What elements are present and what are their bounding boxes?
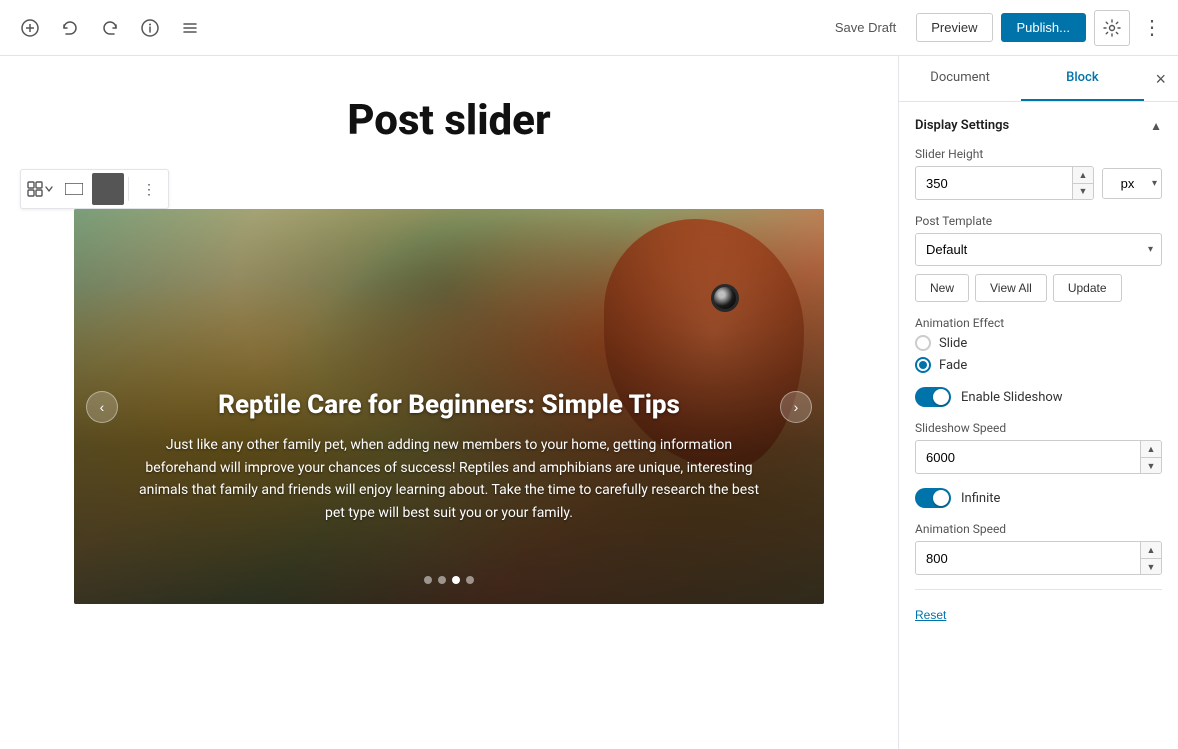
- settings-divider: [915, 589, 1162, 590]
- post-title: Post slider: [347, 96, 550, 145]
- sidebar: Document Block × Display Settings ▲ Slid…: [898, 56, 1178, 749]
- tab-document[interactable]: Document: [899, 56, 1021, 101]
- save-draft-button[interactable]: Save Draft: [823, 14, 908, 41]
- publish-button[interactable]: Publish...: [1001, 13, 1086, 42]
- animation-speed-increment[interactable]: ▲: [1141, 542, 1161, 558]
- slider-height-unit-wrap: px % em ▾: [1102, 168, 1162, 199]
- slider-height-spinners: ▲ ▼: [1072, 167, 1093, 199]
- slider-next-button[interactable]: ›: [780, 391, 812, 423]
- reset-button[interactable]: Reset: [915, 608, 946, 622]
- slider-height-label: Slider Height: [915, 147, 1162, 161]
- display-settings-title: Display Settings: [915, 118, 1009, 133]
- slider-dot-1[interactable]: [424, 576, 432, 584]
- post-template-btn-group: New View All Update: [915, 274, 1162, 302]
- post-template-select[interactable]: Default Template 1 Template 2: [916, 234, 1140, 265]
- slideshow-speed-increment[interactable]: ▲: [1141, 441, 1161, 457]
- slide-excerpt: Just like any other family pet, when add…: [134, 434, 764, 524]
- block-more-button[interactable]: ⋮: [133, 173, 165, 205]
- post-template-field: Post Template Default Template 1 Templat…: [915, 214, 1162, 302]
- slideshow-speed-field: Slideshow Speed ▲ ▼: [915, 421, 1162, 474]
- undo-button[interactable]: [52, 10, 88, 46]
- animation-slide-label: Slide: [939, 336, 967, 351]
- preview-button[interactable]: Preview: [916, 13, 992, 42]
- unit-arrow-icon: ▾: [1152, 169, 1161, 198]
- animation-radio-group: Slide Fade: [915, 335, 1162, 373]
- animation-slide-radio[interactable]: [915, 335, 931, 351]
- list-view-button[interactable]: [172, 10, 208, 46]
- animation-speed-decrement[interactable]: ▼: [1141, 558, 1161, 574]
- toolbar-left-group: [12, 10, 208, 46]
- enable-slideshow-label: Enable Slideshow: [961, 390, 1063, 405]
- post-template-select-wrap: Default Template 1 Template 2 ▾: [915, 233, 1162, 266]
- infinite-toggle[interactable]: [915, 488, 951, 508]
- slider-widget: Reptile Care for Beginners: Simple Tips …: [74, 209, 824, 604]
- more-options-button[interactable]: ⋮: [1138, 15, 1166, 40]
- display-settings-collapse[interactable]: ▲: [1150, 119, 1162, 133]
- slider-dots: [74, 576, 824, 584]
- slider-dot-2[interactable]: [438, 576, 446, 584]
- add-block-button[interactable]: [12, 10, 48, 46]
- editor-area: Post slider ⋮: [0, 56, 898, 749]
- block-full-width-button[interactable]: [92, 173, 124, 205]
- post-template-arrow-icon: ▾: [1140, 244, 1161, 255]
- slider-dot-4[interactable]: [466, 576, 474, 584]
- infinite-row: Infinite: [915, 488, 1162, 508]
- slide-title: Reptile Care for Beginners: Simple Tips: [134, 390, 764, 420]
- tab-block[interactable]: Block: [1021, 56, 1143, 101]
- update-template-button[interactable]: Update: [1053, 274, 1122, 302]
- info-button[interactable]: [132, 10, 168, 46]
- animation-speed-spinners: ▲ ▼: [1140, 542, 1161, 574]
- toolbar-right-group: Save Draft Preview Publish... ⋮: [823, 10, 1166, 46]
- sidebar-close-button[interactable]: ×: [1144, 70, 1178, 88]
- sidebar-content: Display Settings ▲ Slider Height ▲ ▼: [899, 102, 1178, 749]
- animation-fade-option[interactable]: Fade: [915, 357, 1162, 373]
- slider-dot-3[interactable]: [452, 576, 460, 584]
- display-settings-header: Display Settings ▲: [915, 118, 1162, 133]
- slideshow-speed-input[interactable]: [916, 443, 1140, 472]
- slider-prev-button[interactable]: ‹: [86, 391, 118, 423]
- animation-speed-input[interactable]: [916, 544, 1140, 573]
- animation-effect-field: Animation Effect Slide Fade: [915, 316, 1162, 373]
- slider-height-decrement[interactable]: ▼: [1073, 183, 1093, 199]
- redo-button[interactable]: [92, 10, 128, 46]
- new-template-button[interactable]: New: [915, 274, 969, 302]
- top-toolbar: Save Draft Preview Publish... ⋮: [0, 0, 1178, 56]
- animation-speed-label: Animation Speed: [915, 522, 1162, 536]
- toolbar-divider: [128, 177, 129, 201]
- animation-fade-radio[interactable]: [915, 357, 931, 373]
- block-toolbar: ⋮: [20, 169, 169, 209]
- slider-height-increment[interactable]: ▲: [1073, 167, 1093, 183]
- block-transform-button[interactable]: [24, 173, 56, 205]
- animation-fade-label: Fade: [939, 358, 967, 373]
- slider-height-input-wrap: ▲ ▼: [915, 166, 1094, 200]
- slideshow-speed-decrement[interactable]: ▼: [1141, 457, 1161, 473]
- animation-speed-input-wrap: ▲ ▼: [915, 541, 1162, 575]
- main-area: Post slider ⋮: [0, 56, 1178, 749]
- animation-effect-label: Animation Effect: [915, 316, 1162, 330]
- view-all-templates-button[interactable]: View All: [975, 274, 1047, 302]
- infinite-label: Infinite: [961, 491, 1000, 506]
- slider-content: Reptile Care for Beginners: Simple Tips …: [74, 390, 824, 524]
- animation-slide-option[interactable]: Slide: [915, 335, 1162, 351]
- slideshow-speed-label: Slideshow Speed: [915, 421, 1162, 435]
- enable-slideshow-toggle[interactable]: [915, 387, 951, 407]
- slider-height-field: Slider Height ▲ ▼ px % em: [915, 147, 1162, 200]
- animation-speed-field: Animation Speed ▲ ▼: [915, 522, 1162, 575]
- slider-height-unit-select[interactable]: px % em: [1103, 169, 1152, 198]
- slideshow-speed-input-wrap: ▲ ▼: [915, 440, 1162, 474]
- sidebar-tabs: Document Block ×: [899, 56, 1178, 102]
- block-align-button[interactable]: [58, 173, 90, 205]
- slideshow-speed-spinners: ▲ ▼: [1140, 441, 1161, 473]
- settings-button[interactable]: [1094, 10, 1130, 46]
- post-template-label: Post Template: [915, 214, 1162, 228]
- slider-height-input[interactable]: [916, 169, 1072, 198]
- enable-slideshow-row: Enable Slideshow: [915, 387, 1162, 407]
